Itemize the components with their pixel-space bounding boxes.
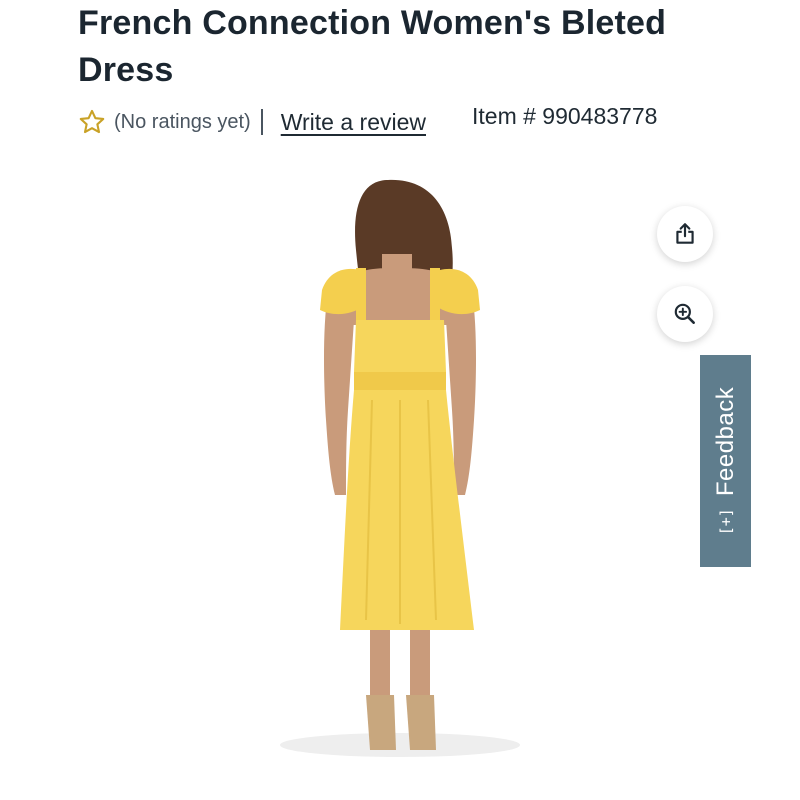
feedback-plus-icon: [+] <box>716 508 735 536</box>
feedback-label: Feedback <box>711 386 739 497</box>
no-ratings-text: (No ratings yet) <box>114 110 251 133</box>
item-number: Item # 990483778 <box>472 103 658 129</box>
feedback-tab-content: [+] Feedback <box>712 387 740 536</box>
write-review-link[interactable]: Write a review <box>281 109 426 136</box>
divider <box>260 109 263 135</box>
star-outline-icon[interactable] <box>78 108 106 136</box>
zoom-button[interactable] <box>657 286 713 342</box>
share-icon <box>676 223 694 244</box>
product-image <box>280 179 520 757</box>
zoom-in-icon <box>674 303 695 324</box>
rating-row: (No ratings yet) Write a review <box>78 104 426 140</box>
feedback-tab[interactable]: [+] Feedback <box>700 355 751 567</box>
share-button[interactable] <box>657 206 713 262</box>
product-title: French Connection Women's Bleted Dress <box>78 4 667 89</box>
